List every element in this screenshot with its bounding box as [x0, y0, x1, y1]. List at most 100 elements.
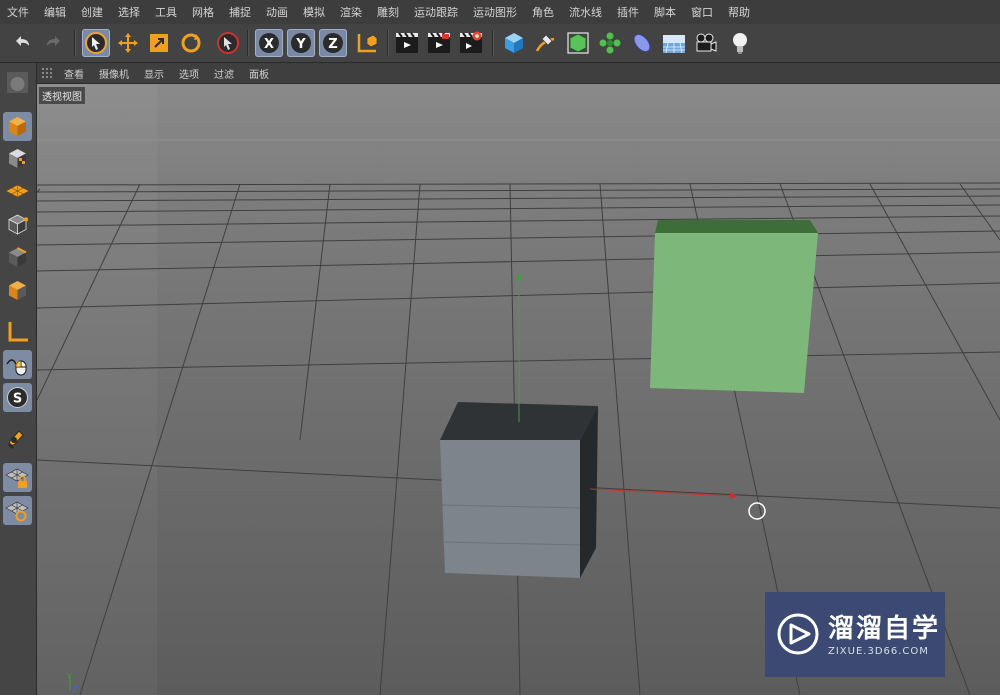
menu-sculpt[interactable]: 雕刻: [370, 4, 407, 20]
render-view-button[interactable]: [393, 29, 421, 57]
scale-button[interactable]: [145, 29, 173, 57]
green-cube[interactable]: [650, 220, 818, 393]
menu-file[interactable]: 文件: [0, 4, 37, 20]
viewport-menu-filter[interactable]: 过滤: [207, 66, 242, 81]
solo-button[interactable]: S: [3, 383, 32, 412]
snap-magnet-icon: [5, 425, 30, 450]
scale-icon: [147, 31, 171, 55]
deformer-button[interactable]: [628, 29, 656, 57]
solo-icon: S: [5, 385, 30, 410]
x-axis-button[interactable]: X: [255, 29, 283, 57]
axis-mode-icon: [5, 319, 30, 344]
render-to-picture-viewer-button[interactable]: [425, 29, 453, 57]
svg-text:S: S: [13, 392, 22, 407]
viewport-menu-cameras[interactable]: 摄像机: [92, 66, 137, 81]
menu-tools[interactable]: 工具: [148, 4, 185, 20]
viewport-menu-view[interactable]: 查看: [57, 66, 92, 81]
floor-icon: [662, 31, 686, 55]
workplane-icon: [5, 178, 30, 203]
cube-object-button[interactable]: [500, 29, 528, 57]
menu-render[interactable]: 渲染: [333, 4, 370, 20]
rotate-button[interactable]: [177, 29, 205, 57]
recent-tool-icon: [216, 31, 240, 55]
edge-mode-icon: [5, 245, 30, 270]
live-selection-icon: [84, 31, 108, 55]
cloner-icon: [598, 31, 622, 55]
workplane-rotate-button[interactable]: [3, 496, 32, 525]
deformer-icon: [630, 31, 654, 55]
rotate-icon: [179, 31, 203, 55]
menu-script[interactable]: 脚本: [647, 4, 684, 20]
selected-gray-cube[interactable]: [440, 402, 598, 578]
z-axis-button[interactable]: Z: [319, 29, 347, 57]
move-button[interactable]: [114, 29, 142, 57]
x-axis-label: X: [264, 37, 274, 52]
texture-mode-button[interactable]: [3, 144, 32, 173]
workplane-button[interactable]: [3, 176, 32, 205]
menu-help[interactable]: 帮助: [721, 4, 758, 20]
snap-magnet-button[interactable]: [3, 423, 32, 452]
polygon-mode-icon: [5, 278, 30, 303]
render-settings-button[interactable]: [457, 29, 485, 57]
menu-edit[interactable]: 编辑: [37, 4, 74, 20]
live-selection-button[interactable]: [82, 29, 110, 57]
viewport-menu-options[interactable]: 选项: [172, 66, 207, 81]
texture-mode-icon: [5, 146, 30, 171]
menu-animate[interactable]: 动画: [259, 4, 296, 20]
play-logo-icon: [773, 609, 823, 659]
viewport-menu-bar: 查看 摄像机 显示 选项 过滤 面板: [37, 63, 1000, 84]
watermark-title: 溜溜自学: [828, 608, 940, 645]
subdivision-surface-icon: [566, 31, 590, 55]
viewport-label: 透视视图: [39, 87, 85, 104]
menu-bar: 文件 编辑 创建 选择 工具 网格 捕捉 动画 模拟 渲染 雕刻 运动跟踪 运动…: [0, 0, 1000, 25]
undo-button[interactable]: [8, 29, 36, 57]
menu-snap[interactable]: 捕捉: [222, 4, 259, 20]
tweak-mode-button[interactable]: [3, 350, 32, 379]
recent-tool-button[interactable]: [214, 29, 242, 57]
grip-icon: [41, 67, 53, 79]
x-axis-icon: X: [257, 31, 281, 55]
viewport-menu-display[interactable]: 显示: [137, 66, 172, 81]
tweak-mode-icon: [5, 352, 30, 377]
redo-button[interactable]: [40, 29, 68, 57]
polygon-mode-button[interactable]: [3, 276, 32, 305]
edge-mode-button[interactable]: [3, 243, 32, 272]
render-view-icon: [395, 31, 419, 55]
undo-icon: [10, 31, 34, 55]
menu-simulate[interactable]: 模拟: [296, 4, 333, 20]
point-mode-button[interactable]: [3, 210, 32, 239]
menu-mesh[interactable]: 网格: [185, 4, 222, 20]
menu-window[interactable]: 窗口: [684, 4, 721, 20]
mode-sidebar: S: [0, 63, 37, 695]
light-icon: [728, 31, 752, 55]
workplane-rotate-icon: [5, 498, 30, 523]
toolbar-separator: [74, 30, 76, 56]
axis-gizmo-z-label: Z: [72, 685, 78, 694]
pen-spline-button[interactable]: [532, 29, 560, 57]
menu-select[interactable]: 选择: [111, 4, 148, 20]
redo-icon: [42, 31, 66, 55]
menu-character[interactable]: 角色: [525, 4, 562, 20]
menu-create[interactable]: 创建: [74, 4, 111, 20]
menu-mograph[interactable]: 运动图形: [466, 4, 525, 20]
z-axis-icon: Z: [321, 31, 345, 55]
cloner-button[interactable]: [596, 29, 624, 57]
model-mode-button[interactable]: [3, 112, 32, 141]
move-icon: [116, 31, 140, 55]
camera-button[interactable]: [692, 29, 720, 57]
subdivision-surface-button[interactable]: [564, 29, 592, 57]
viewport-safe-frame: [37, 84, 157, 695]
y-axis-button[interactable]: Y: [287, 29, 315, 57]
viewport-menu-panel[interactable]: 面板: [242, 66, 277, 81]
light-button[interactable]: [726, 29, 754, 57]
menu-motion-tracker[interactable]: 运动跟踪: [407, 4, 466, 20]
lock-workplane-button[interactable]: [3, 463, 32, 492]
menu-pipeline[interactable]: 流水线: [562, 4, 610, 20]
menu-plugins[interactable]: 插件: [610, 4, 647, 20]
floor-button[interactable]: [660, 29, 688, 57]
toolbar-separator: [387, 30, 389, 56]
axis-mode-button[interactable]: [3, 317, 32, 346]
coordinate-system-button[interactable]: [353, 29, 381, 57]
point-mode-icon: [5, 212, 30, 237]
main-toolbar: X Y Z: [0, 24, 1000, 63]
